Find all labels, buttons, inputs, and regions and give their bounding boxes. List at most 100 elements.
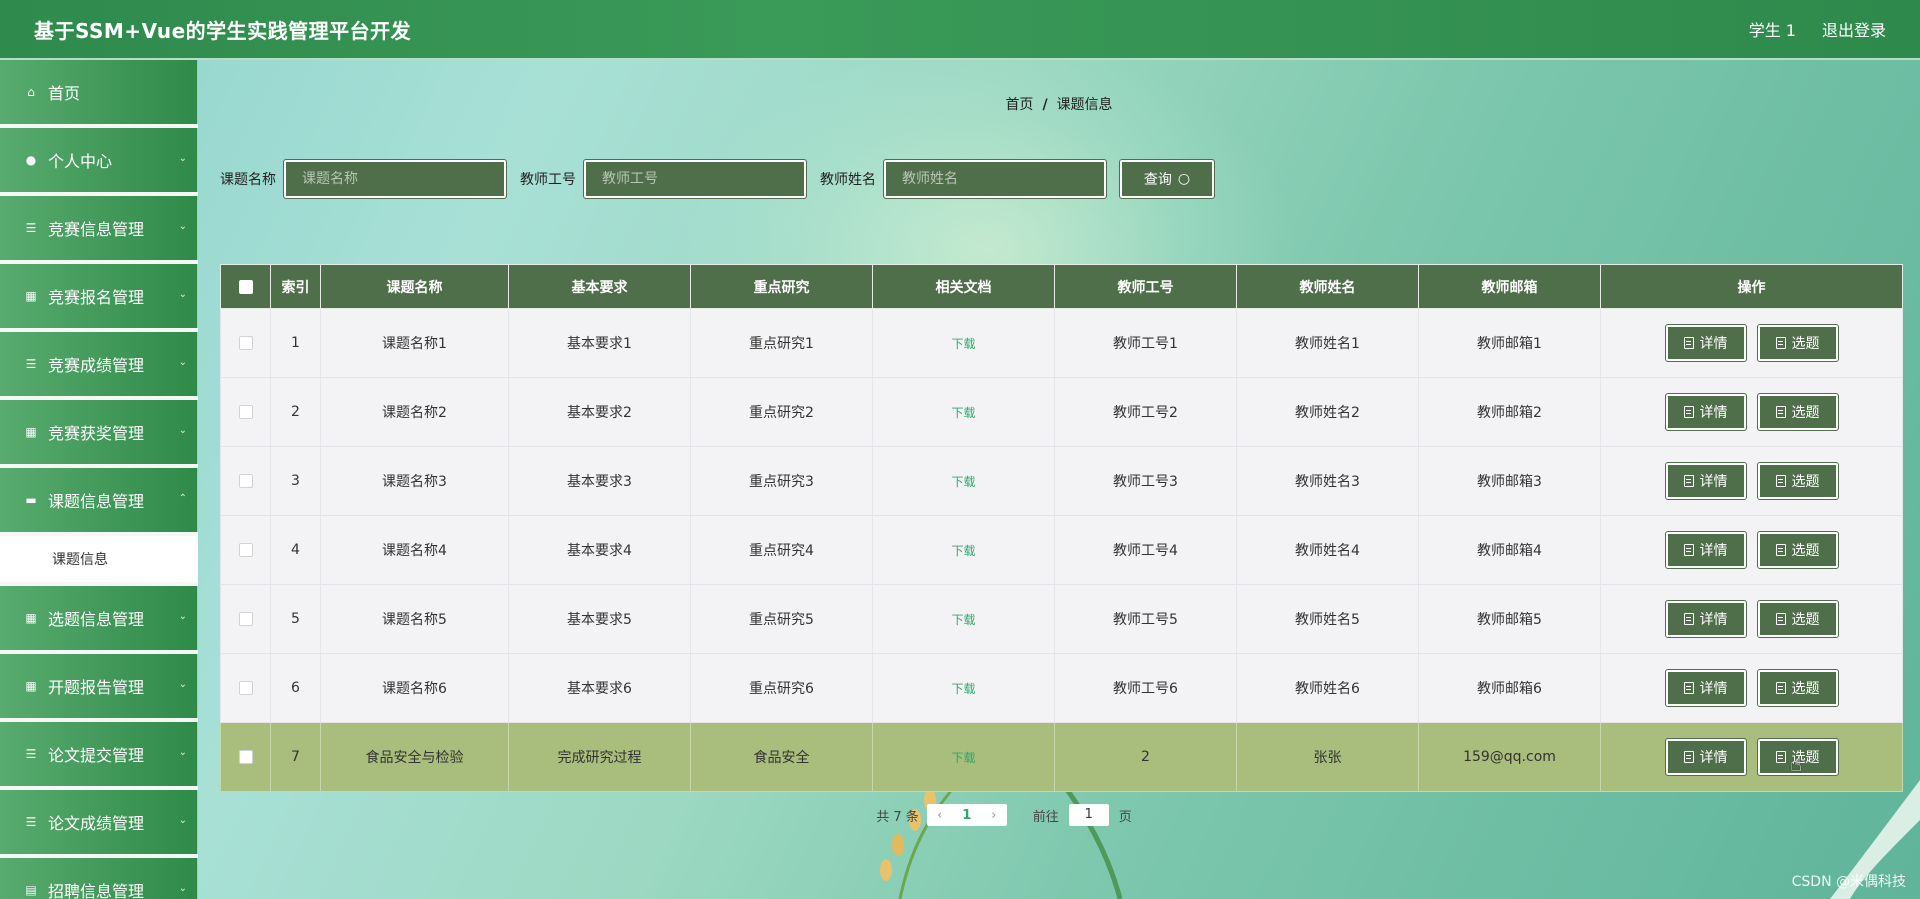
col-header: 操作 [1600, 264, 1903, 309]
sidebar-subitem-topic[interactable]: 课题信息 [0, 536, 198, 582]
cell-teacher-name: 教师姓名3 [1236, 446, 1419, 516]
document-icon [1683, 544, 1694, 556]
sidebar-item-selection[interactable]: ▦ 选题信息管理 ⌄ [0, 586, 198, 650]
chevron-down-icon: ⌄ [178, 289, 187, 300]
chevron-down-icon: ⌄ [178, 221, 187, 232]
sidebar-item-thesis-score[interactable]: ☰ 论文成绩管理 ⌄ [0, 790, 198, 854]
sidebar-item-competition-award[interactable]: ▦ 竞赛获奖管理 ⌄ [0, 400, 198, 464]
cell-focus: 重点研究4 [690, 515, 873, 585]
main-content: 首页/课题信息 课题名称 教师工号 教师姓名 查询○ 索引 课题名称 基本要求 … [198, 62, 1920, 899]
list-icon: ☰ [25, 747, 37, 761]
teacher-id-input[interactable] [583, 159, 807, 199]
prev-page-icon[interactable]: ‹ [927, 808, 953, 823]
download-link[interactable]: 下载 [951, 475, 975, 489]
sidebar-item-competition-info[interactable]: ☰ 竞赛信息管理 ⌄ [0, 196, 198, 260]
grid-icon: ▦ [25, 289, 37, 303]
list-icon: ☰ [25, 815, 37, 829]
select-topic-button[interactable]: 选题 [1756, 600, 1839, 638]
select-topic-button[interactable]: 选题 [1756, 462, 1839, 500]
cell-teacher-name: 教师姓名4 [1236, 515, 1419, 585]
row-checkbox[interactable] [238, 336, 253, 350]
sidebar-item-proposal[interactable]: ▦ 开题报告管理 ⌄ [0, 654, 198, 718]
clipboard-icon: ▤ [25, 883, 37, 897]
table-row: 6 课题名称6 基本要求6 重点研究6 下载 教师工号6 教师姓名6 教师邮箱6 详情 选题 [220, 653, 1903, 723]
download-link[interactable]: 下载 [951, 682, 975, 696]
download-link[interactable]: 下载 [951, 751, 975, 765]
select-topic-button[interactable]: 选题 [1756, 531, 1839, 569]
sidebar-item-thesis-submit[interactable]: ☰ 论文提交管理 ⌄ [0, 722, 198, 786]
sliders-icon: ☰ [25, 357, 37, 371]
col-header: 基本要求 [508, 264, 691, 309]
detail-button[interactable]: 详情 [1664, 669, 1747, 707]
user-name[interactable]: 学生 1 [1749, 17, 1796, 41]
download-link[interactable]: 下载 [951, 613, 975, 627]
row-checkbox[interactable] [238, 681, 253, 695]
cell-index: 1 [270, 308, 321, 378]
select-topic-button[interactable]: 选题 [1756, 393, 1839, 431]
user-icon: ● [25, 153, 37, 167]
document-icon [1775, 475, 1786, 487]
document-icon [1683, 751, 1694, 763]
download-link[interactable]: 下载 [951, 337, 975, 351]
sidebar: ⌂ 首页 ● 个人中心 ⌄ ☰ 竞赛信息管理 ⌄ ▦ 竞赛报名管理 ⌄ ☰ 竞赛成绩管理 ⌄ ▦ 竞… [0, 60, 198, 899]
topic-name-input[interactable] [283, 159, 507, 199]
row-checkbox[interactable] [238, 612, 253, 626]
cell-index: 4 [270, 515, 321, 585]
sidebar-item-competition-signup[interactable]: ▦ 竞赛报名管理 ⌄ [0, 264, 198, 328]
logout-link[interactable]: 退出登录 [1822, 17, 1886, 41]
row-checkbox[interactable] [238, 750, 253, 764]
sidebar-item-personal[interactable]: ● 个人中心 ⌄ [0, 128, 198, 192]
next-page-icon[interactable]: › [981, 808, 1007, 823]
cell-topic-name: 课题名称3 [320, 446, 509, 516]
query-button[interactable]: 查询 ○ [1119, 159, 1215, 199]
detail-button[interactable]: 详情 [1664, 531, 1747, 569]
grid-icon: ▦ [25, 425, 37, 439]
download-link[interactable]: 下载 [951, 406, 975, 420]
col-header: 重点研究 [690, 264, 873, 309]
detail-button[interactable]: 详情 [1664, 738, 1747, 776]
cell-index: 6 [270, 653, 321, 723]
cell-teacher-name: 教师姓名1 [1236, 308, 1419, 378]
chevron-down-icon: ⌄ [178, 611, 187, 622]
cell-requirement: 基本要求2 [508, 377, 691, 447]
cell-index: 7 [270, 722, 321, 792]
topic-name-label: 课题名称 [220, 172, 276, 188]
detail-button[interactable]: 详情 [1664, 393, 1747, 431]
cell-teacher-name: 教师姓名2 [1236, 377, 1419, 447]
cell-teacher-name: 张张 [1236, 722, 1419, 792]
cell-teacher-email: 教师邮箱5 [1418, 584, 1601, 654]
chevron-down-icon: ⌄ [178, 425, 187, 436]
chevron-down-icon: ⌄ [178, 747, 187, 758]
grid-icon: ▦ [25, 611, 37, 625]
detail-button[interactable]: 详情 [1664, 324, 1747, 362]
document-icon [1775, 337, 1786, 349]
sidebar-item-home[interactable]: ⌂ 首页 [0, 60, 198, 124]
teacher-id-label: 教师工号 [520, 172, 576, 188]
app-title: 基于SSM+Vue的学生实践管理平台开发 [34, 18, 412, 43]
download-link[interactable]: 下载 [951, 544, 975, 558]
select-topic-button[interactable]: 选题 [1756, 669, 1839, 707]
row-checkbox[interactable] [238, 543, 253, 557]
sidebar-item-competition-score[interactable]: ☰ 竞赛成绩管理 ⌄ [0, 332, 198, 396]
select-all-checkbox[interactable] [238, 279, 253, 294]
col-header: 课题名称 [320, 264, 509, 309]
col-header: 教师邮箱 [1418, 264, 1601, 309]
cell-teacher-id: 教师工号5 [1054, 584, 1237, 654]
page-number[interactable]: 1 [953, 808, 981, 823]
cell-teacher-email: 教师邮箱6 [1418, 653, 1601, 723]
cell-teacher-name: 教师姓名5 [1236, 584, 1419, 654]
cell-requirement: 基本要求4 [508, 515, 691, 585]
detail-button[interactable]: 详情 [1664, 600, 1747, 638]
teacher-name-input[interactable] [883, 159, 1107, 199]
breadcrumb-home[interactable]: 首页 [1005, 97, 1033, 113]
row-checkbox[interactable] [238, 474, 253, 488]
select-topic-button[interactable]: 选题 [1756, 324, 1839, 362]
goto-page-input[interactable]: 1 [1068, 804, 1109, 826]
chevron-down-icon: ⌄ [178, 153, 187, 164]
cell-requirement: 基本要求3 [508, 446, 691, 516]
row-checkbox[interactable] [238, 405, 253, 419]
sidebar-item-recruit[interactable]: ▤ 招聘信息管理 ⌄ [0, 858, 198, 899]
cell-topic-name: 课题名称4 [320, 515, 509, 585]
detail-button[interactable]: 详情 [1664, 462, 1747, 500]
sidebar-item-topic-info[interactable]: ▬ 课题信息管理 ⌃ [0, 468, 198, 532]
